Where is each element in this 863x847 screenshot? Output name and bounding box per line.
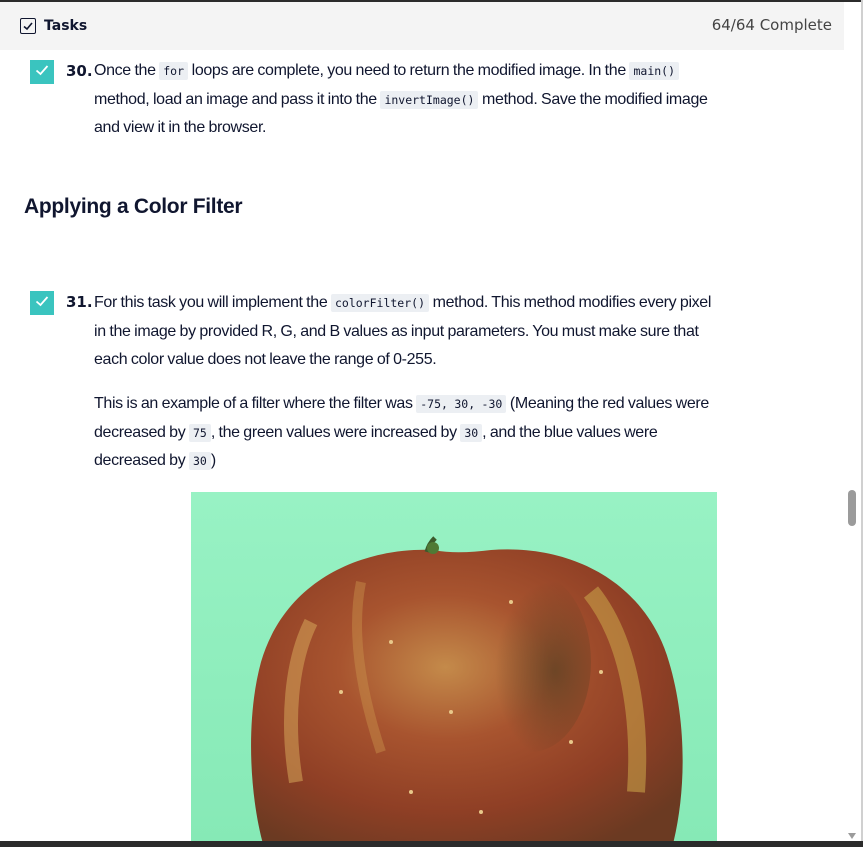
- checkbox-icon: [20, 18, 36, 34]
- text-segment: This is an example of a filter where the…: [94, 395, 417, 412]
- text-segment: in the image by provided R, G, and B val…: [94, 322, 699, 340]
- text-line: decreased by 75, the green values were i…: [94, 419, 818, 448]
- text-segment: For this task you will implement the: [94, 294, 331, 311]
- text-segment: decreased by: [94, 452, 189, 469]
- text-segment: , and the blue values were: [482, 423, 658, 441]
- text-segment: method, load an image and pass it into t…: [94, 90, 381, 108]
- tasks-title: Tasks: [44, 18, 88, 34]
- text-segment: loops are complete, you need to return t…: [188, 62, 630, 79]
- task-number: 30.: [66, 62, 93, 80]
- text-segment: method. This method modifies every pixel: [429, 294, 712, 311]
- text-line: For this task you will implement the col…: [94, 289, 818, 318]
- text-segment: (Meaning the red values were: [506, 395, 709, 412]
- text-line: and view it in the browser.: [94, 114, 818, 143]
- task-list: 30. Once the for loops are complete, you…: [0, 50, 844, 841]
- checkmark-icon: [34, 293, 50, 313]
- text-segment: , the green values were increased by: [210, 423, 461, 441]
- vertical-scrollbar[interactable]: [844, 50, 861, 841]
- inline-code: 30: [188, 452, 211, 470]
- apple-photo-icon: [191, 492, 717, 841]
- text-line: This is an example of a filter where the…: [94, 390, 818, 419]
- text-line: in the image by provided R, G, and B val…: [94, 318, 818, 347]
- text-segment: decreased by: [94, 423, 189, 441]
- inline-code: invertImage(): [380, 90, 479, 109]
- text-line: each color value does not leave the rang…: [94, 346, 818, 375]
- task-description: Once the for loops are complete, you nee…: [94, 57, 818, 143]
- inline-code: colorFilter(): [330, 294, 429, 312]
- filtered-apple-image: [191, 492, 717, 841]
- task-description: For this task you will implement the col…: [94, 289, 818, 375]
- text-segment: and view it in the browser.: [94, 119, 267, 136]
- inline-code: -75, 30, -30: [416, 395, 507, 413]
- window-bottom-border: [0, 841, 863, 847]
- task-example-text: This is an example of a filter where the…: [94, 390, 818, 476]
- completion-status: 64/64 Complete: [711, 16, 832, 34]
- inline-code: main(): [629, 62, 680, 80]
- scroll-down-arrow-icon[interactable]: [848, 833, 856, 839]
- inline-code: 75: [188, 423, 211, 442]
- task-number: 31.: [66, 293, 93, 311]
- text-segment: method. Save the modified image: [478, 90, 708, 108]
- text-segment: Once the: [94, 62, 160, 79]
- inline-code: for: [159, 62, 189, 80]
- text-segment: each color value does not leave the rang…: [94, 351, 437, 368]
- checkmark-icon: [34, 62, 50, 82]
- text-line: decreased by 30): [94, 447, 818, 476]
- text-line: Once the for loops are complete, you nee…: [94, 57, 818, 86]
- task-30-checkbox[interactable]: [30, 60, 54, 84]
- section-heading: Applying a Color Filter: [24, 195, 243, 218]
- task-31-checkbox[interactable]: [30, 291, 54, 315]
- scrollbar-thumb[interactable]: [848, 490, 856, 526]
- tasks-header: Tasks 64/64 Complete: [0, 2, 844, 50]
- text-line: method, load an image and pass it into t…: [94, 86, 818, 115]
- text-segment: ): [210, 452, 216, 469]
- inline-code: 30: [460, 423, 483, 442]
